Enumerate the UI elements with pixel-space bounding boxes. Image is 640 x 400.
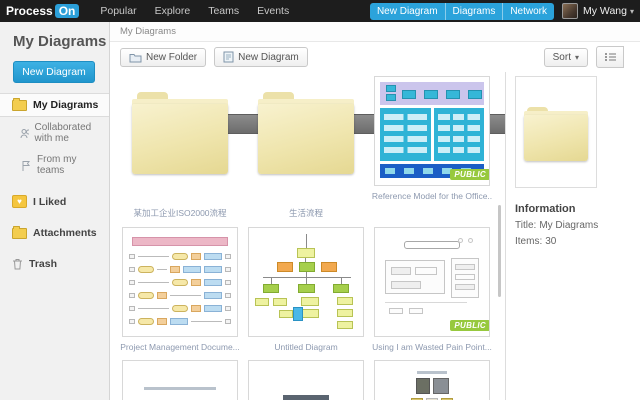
folder-icon [12, 97, 27, 111]
info-title-value: My Diagrams [539, 220, 599, 231]
diagram-thumbnail[interactable] [374, 360, 490, 400]
sidebar-item-label: From my teams [37, 154, 77, 176]
selected-folder-preview [515, 76, 597, 188]
card-title[interactable]: Untitled Diagram [244, 342, 368, 352]
sort-button[interactable]: Sort ▾ [543, 47, 588, 67]
thumb-art [375, 238, 489, 314]
info-title-line: Title: My Diagrams [515, 220, 640, 231]
nav-item-events[interactable]: Events [257, 5, 289, 17]
list-view-button[interactable] [596, 46, 624, 68]
sidebar-item-trash[interactable]: Trash [0, 253, 109, 275]
people-icon [20, 128, 29, 138]
thumb-art [375, 371, 489, 400]
sidebar-item-collaborated[interactable]: Collaborated with me [0, 117, 109, 149]
processon-app: Process On Popular Explore Teams Events N… [0, 0, 640, 400]
info-items-label: Items: [515, 236, 543, 247]
folder-icon [258, 92, 354, 174]
toolbar: New Folder New Diagram Sort ▾ [110, 42, 640, 134]
diagram-thumbnail[interactable] [122, 360, 238, 400]
nav-item-popular[interactable]: Popular [100, 5, 136, 17]
nav-item-teams[interactable]: Teams [208, 5, 239, 17]
new-diagram-toolbar-button[interactable]: New Diagram [214, 47, 308, 67]
user-name[interactable]: My Wang [583, 5, 627, 17]
thumb-art [249, 395, 363, 400]
thumb-art [123, 237, 237, 325]
quick-link-network[interactable]: Network [502, 2, 554, 20]
sidebar-item-label: I Liked [33, 195, 67, 208]
nav-item-explore[interactable]: Explore [155, 5, 191, 17]
card-diagram[interactable]: Project Management Docume... [118, 227, 242, 352]
diagram-thumbnail[interactable] [248, 360, 364, 400]
new-folder-button[interactable]: New Folder [120, 47, 207, 67]
card-diagram[interactable]: PUBLIC Reference Model for the Office.. [370, 76, 494, 219]
card-folder[interactable]: 某加工企业ISO2000流程 [118, 76, 242, 219]
sidebar-item-label: Trash [29, 258, 58, 270]
card-title[interactable]: Reference Model for the Office.. [370, 191, 494, 201]
trash-icon [13, 259, 22, 270]
quick-link-diagrams[interactable]: Diagrams [444, 2, 503, 20]
quick-link-new-diagram[interactable]: New Diagram [370, 3, 445, 20]
heart-icon: ♥ [12, 195, 27, 208]
sidebar-item-attachments[interactable]: Attachments [0, 222, 109, 244]
logo-text: Process [6, 4, 53, 18]
new-diagram-icon [223, 51, 234, 63]
sort-label: Sort [552, 51, 571, 63]
card-diagram[interactable] [244, 360, 368, 400]
breadcrumb[interactable]: My Diagrams [110, 22, 640, 42]
card-title[interactable]: Using I am Wasted Pain Point... [370, 342, 494, 352]
info-items-value: 30 [545, 236, 557, 247]
info-heading: Information [515, 203, 576, 215]
view-toggle [220, 46, 624, 134]
diagram-thumbnail[interactable]: PUBLIC [374, 227, 490, 337]
list-view-icon [604, 53, 616, 61]
card-title[interactable]: 某加工企业ISO2000流程 [118, 207, 242, 219]
folder-icon [12, 225, 27, 239]
public-badge: PUBLIC [450, 169, 489, 180]
info-panel: Information Title: My Diagrams Items: 30 [505, 72, 640, 400]
card-folder[interactable]: 生活流程 [244, 76, 368, 219]
new-diagram-label: New Diagram [238, 51, 299, 63]
sidebar-item-from-my-teams[interactable]: From my teams [0, 149, 109, 181]
sidebar: My Diagrams New Diagram My Diagrams Coll… [0, 22, 110, 400]
card-diagram[interactable]: Untitled Diagram [244, 227, 368, 352]
user-avatar[interactable] [562, 3, 579, 19]
flag-icon [22, 160, 30, 171]
thumb-art [123, 387, 237, 400]
sidebar-item-i-liked[interactable]: ♥ I Liked [0, 190, 109, 213]
top-navbar: Process On Popular Explore Teams Events N… [0, 0, 640, 22]
thumb-art [375, 82, 489, 178]
sidebar-item-label: Collaborated with me [34, 122, 92, 144]
folder-icon [524, 107, 588, 161]
quick-links-group: New Diagram Diagrams Network [369, 2, 555, 20]
folder-thumbnail[interactable] [248, 92, 364, 202]
diagram-grid: 某加工企业ISO2000流程 生活流程 PUBLIC Reference Mod… [110, 72, 498, 400]
grid-scrollbar[interactable] [498, 205, 501, 297]
folder-thumbnail[interactable] [122, 92, 238, 202]
card-title[interactable]: 生活流程 [244, 207, 368, 219]
new-folder-label: New Folder [146, 51, 198, 63]
logo-on-box: On [54, 4, 80, 18]
diagram-thumbnail[interactable] [248, 227, 364, 337]
public-badge: PUBLIC [450, 320, 489, 331]
processon-logo[interactable]: Process On [6, 4, 80, 18]
diagram-thumbnail[interactable] [122, 227, 238, 337]
card-diagram[interactable]: PUBLIC Using I am Wasted Pain Point... [370, 227, 494, 352]
new-diagram-button[interactable]: New Diagram [13, 61, 95, 83]
sidebar-item-my-diagrams[interactable]: My Diagrams [0, 93, 109, 117]
card-diagram[interactable] [118, 360, 242, 400]
sort-caret-icon: ▾ [574, 52, 579, 62]
user-menu-caret-icon[interactable]: ▾ [630, 7, 634, 16]
new-folder-icon [129, 53, 142, 62]
info-title-label: Title: [515, 220, 537, 231]
info-items-line: Items: 30 [515, 236, 640, 247]
sidebar-item-label: Attachments [33, 227, 97, 239]
card-title[interactable]: Project Management Docume... [118, 342, 242, 352]
diagram-thumbnail[interactable]: PUBLIC [374, 76, 490, 186]
card-diagram[interactable] [370, 360, 494, 400]
sidebar-title: My Diagrams [13, 33, 107, 50]
folder-icon [132, 92, 228, 174]
sidebar-item-label: My Diagrams [33, 99, 99, 111]
